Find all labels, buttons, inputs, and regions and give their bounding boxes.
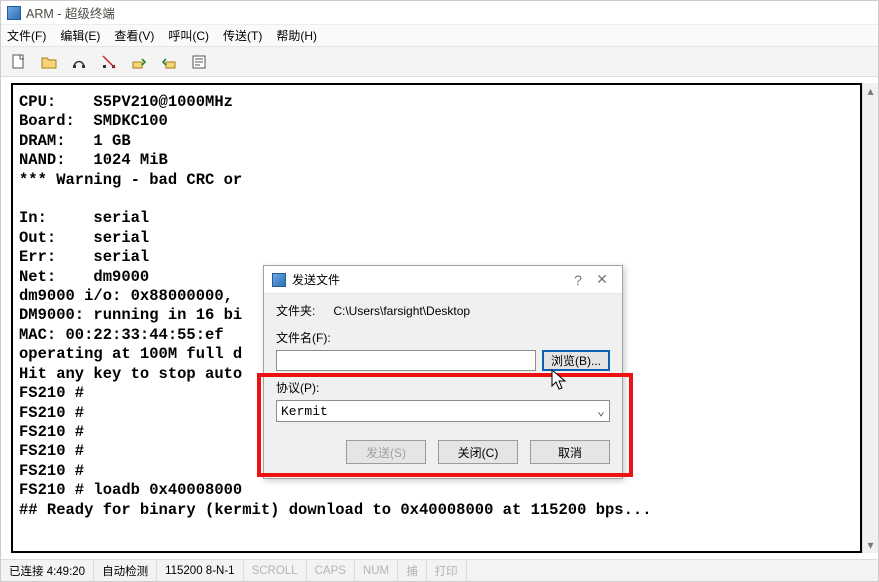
scroll-up-icon[interactable]: ▴ (863, 83, 878, 99)
filename-label: 文件名(F): (276, 329, 610, 346)
cancel-button[interactable]: 取消 (530, 440, 610, 464)
dialog-icon (272, 273, 286, 287)
filename-input[interactable] (276, 350, 536, 371)
title-bar: ARM - 超级终端 (1, 1, 878, 25)
status-print: 打印 (427, 560, 467, 581)
toolbar (1, 47, 878, 77)
scrollbar[interactable]: ▴ ▾ (862, 83, 878, 553)
menu-file[interactable]: 文件(F) (7, 27, 46, 44)
protocol-value: Kermit (281, 404, 328, 419)
status-port: 115200 8-N-1 (157, 560, 243, 581)
status-connected: 已连接 4:49:20 (1, 560, 94, 581)
main-window: ARM - 超级终端 文件(F) 编辑(E) 查看(V) 呼叫(C) 传送(T)… (0, 0, 879, 582)
menu-call[interactable]: 呼叫(C) (168, 27, 209, 44)
filename-row: 文件名(F): 浏览(B)... (276, 329, 610, 371)
status-num: NUM (355, 560, 398, 581)
status-scroll: SCROLL (244, 560, 307, 581)
help-icon[interactable]: ? (566, 272, 590, 288)
window-title: ARM - 超级终端 (26, 3, 115, 22)
close-icon[interactable]: ✕ (590, 271, 614, 288)
dialog-title-bar[interactable]: 发送文件 ? ✕ (264, 266, 622, 294)
menu-bar: 文件(F) 编辑(E) 查看(V) 呼叫(C) 传送(T) 帮助(H) (1, 25, 878, 47)
send-button[interactable]: 发送(S) (346, 440, 426, 464)
close-button[interactable]: 关闭(C) (438, 440, 518, 464)
scroll-down-icon[interactable]: ▾ (863, 537, 878, 553)
protocol-select[interactable]: Kermit ⌄ (276, 400, 610, 422)
browse-button[interactable]: 浏览(B)... (542, 350, 610, 371)
receive-icon[interactable] (159, 52, 179, 72)
folder-row: 文件夹: C:\Users\farsight\Desktop (276, 302, 610, 319)
properties-icon[interactable] (189, 52, 209, 72)
status-capture: 捕 (398, 560, 427, 581)
status-bar: 已连接 4:49:20 自动检测 115200 8-N-1 SCROLL CAP… (1, 559, 878, 581)
disconnect-icon[interactable] (99, 52, 119, 72)
new-file-icon[interactable] (9, 52, 29, 72)
open-file-icon[interactable] (39, 52, 59, 72)
status-caps: CAPS (307, 560, 355, 581)
menu-edit[interactable]: 编辑(E) (60, 27, 100, 44)
dialog-title: 发送文件 (292, 271, 566, 288)
chevron-down-icon: ⌄ (597, 404, 605, 419)
status-autodetect: 自动检测 (94, 560, 157, 581)
folder-label: 文件夹: (276, 302, 315, 319)
menu-transfer[interactable]: 传送(T) (223, 27, 262, 44)
menu-view[interactable]: 查看(V) (114, 27, 154, 44)
connect-icon[interactable] (69, 52, 89, 72)
protocol-label: 协议(P): (276, 379, 610, 396)
app-icon (7, 6, 21, 20)
protocol-row: 协议(P): Kermit ⌄ (276, 379, 610, 422)
menu-help[interactable]: 帮助(H) (276, 27, 317, 44)
send-file-dialog: 发送文件 ? ✕ 文件夹: C:\Users\farsight\Desktop … (263, 265, 623, 479)
send-icon[interactable] (129, 52, 149, 72)
folder-value: C:\Users\farsight\Desktop (333, 304, 470, 318)
terminal-area: CPU: S5PV210@1000MHz Board: SMDKC100 DRA… (1, 77, 878, 559)
